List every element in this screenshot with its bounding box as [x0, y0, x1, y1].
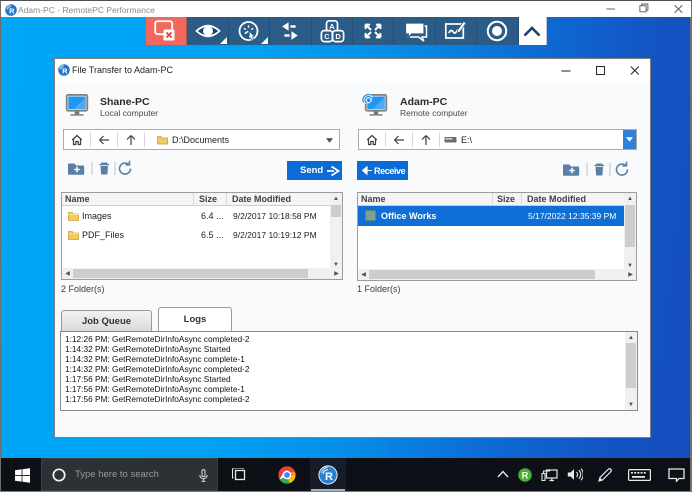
svg-text:R: R — [9, 6, 15, 15]
svg-text:R: R — [522, 470, 529, 480]
svg-text:A: A — [329, 22, 335, 31]
svg-text:C: C — [324, 32, 330, 41]
svg-text:R: R — [325, 471, 333, 483]
svg-text:R: R — [62, 66, 68, 75]
svg-text:D: D — [335, 32, 341, 41]
